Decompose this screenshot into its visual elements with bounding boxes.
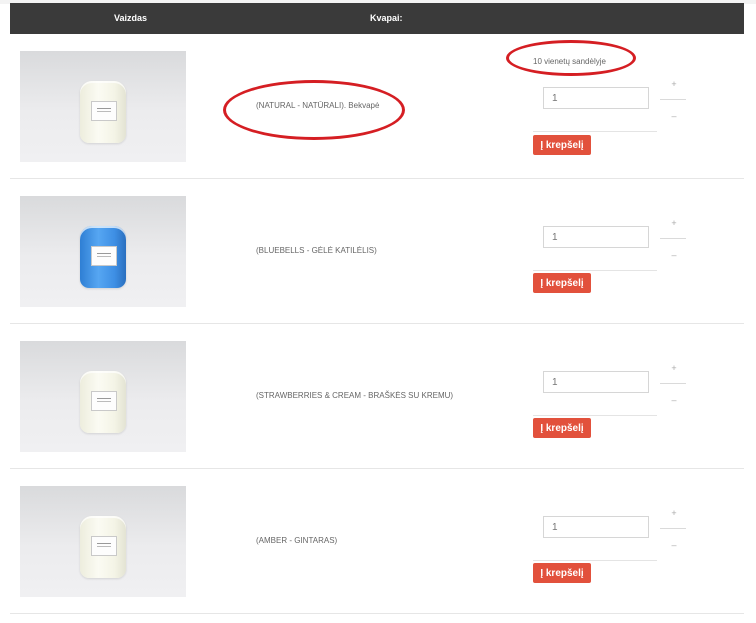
product-row: (STRAWBERRIES & CREAM - BRAŠKĖS SU KREMU… (10, 323, 744, 469)
add-to-cart-button[interactable]: Į krepšelį (533, 273, 591, 293)
candle-jar (80, 81, 126, 143)
quantity-increase[interactable]: + (669, 79, 679, 89)
quantity-increase[interactable]: + (669, 508, 679, 518)
quantity-underline (533, 131, 657, 132)
header-image-column: Vaizdas (114, 13, 148, 23)
product-image[interactable] (20, 196, 186, 307)
stock-status: 10 vienetų sandėlyje (533, 57, 606, 66)
product-row: (BLUEBELLS - GĖLĖ KATILĖLIS) + – Į krepš… (10, 178, 744, 324)
product-image[interactable] (20, 341, 186, 452)
quantity-underline (533, 270, 657, 271)
quantity-underline (533, 415, 657, 416)
product-row: (AMBER - GINTARAS) + – Į krepšelį (10, 468, 744, 614)
stepper-divider (660, 238, 686, 239)
candle-jar (80, 226, 126, 288)
product-image[interactable] (20, 486, 186, 597)
add-to-cart-button[interactable]: Į krepšelį (533, 135, 591, 155)
quantity-underline (533, 560, 657, 561)
product-scent: (BLUEBELLS - GĖLĖ KATILĖLIS) (256, 246, 377, 255)
quantity-decrease[interactable]: – (669, 540, 679, 550)
stepper-divider (660, 528, 686, 529)
stepper-divider (660, 99, 686, 100)
product-scent: (NATURAL - NATŪRALI). Bekvapė (256, 101, 380, 110)
quantity-input[interactable] (543, 87, 649, 109)
quantity-increase[interactable]: + (669, 218, 679, 228)
product-row: (NATURAL - NATŪRALI). Bekvapė 10 vienetų… (10, 34, 744, 179)
product-scent: (STRAWBERRIES & CREAM - BRAŠKĖS SU KREMU… (256, 391, 454, 400)
quantity-input[interactable] (543, 226, 649, 248)
product-scent: (AMBER - GINTARAS) (256, 536, 338, 545)
quantity-input[interactable] (543, 371, 649, 393)
candle-jar (80, 516, 126, 578)
quantity-input[interactable] (543, 516, 649, 538)
add-to-cart-button[interactable]: Į krepšelį (533, 563, 591, 583)
quantity-decrease[interactable]: – (669, 250, 679, 260)
add-to-cart-button[interactable]: Į krepšelį (533, 418, 591, 438)
header-scent-column: Kvapai: (370, 13, 403, 23)
stepper-divider (660, 383, 686, 384)
table-header: Vaizdas Kvapai: (10, 3, 744, 34)
candle-jar (80, 371, 126, 433)
quantity-decrease[interactable]: – (669, 111, 679, 121)
product-image[interactable] (20, 51, 186, 162)
quantity-decrease[interactable]: – (669, 395, 679, 405)
quantity-increase[interactable]: + (669, 363, 679, 373)
